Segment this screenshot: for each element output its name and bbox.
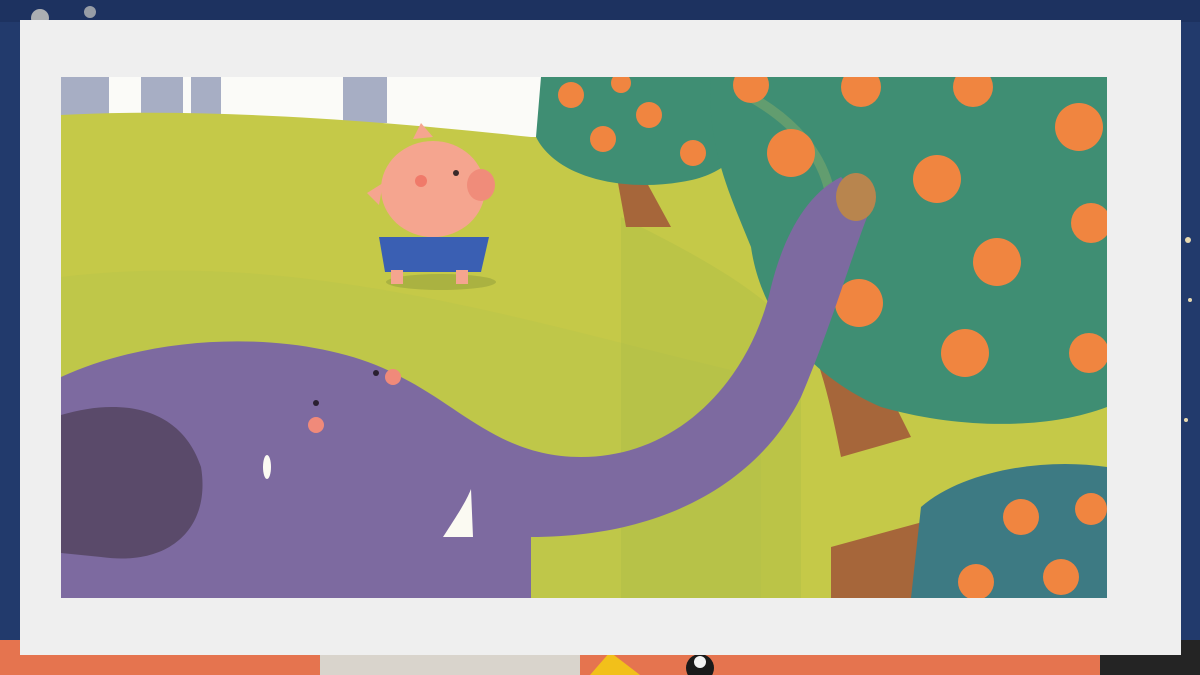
storybook-illustration xyxy=(61,77,1107,598)
